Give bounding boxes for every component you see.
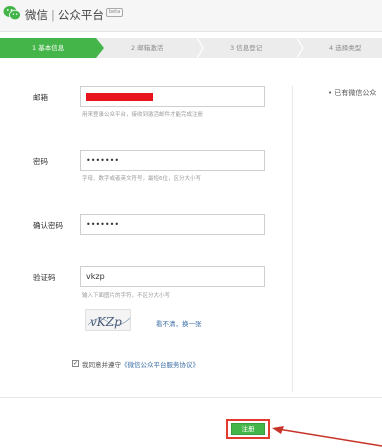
password-hint: 字母、数字或者英文符号，最短6位，区分大小写 — [82, 176, 202, 182]
captcha-image[interactable]: vKZp — [85, 309, 131, 331]
password-label: 密码 — [33, 157, 48, 166]
vertical-divider — [292, 86, 293, 392]
brand-title[interactable]: 微信 | 公众平台 beta — [25, 7, 124, 23]
brand-main: 微信 — [25, 8, 48, 22]
registration-steps: 1 基本信息 2 邮箱激活 3 信息登记 4 选择类型 — [0, 38, 382, 58]
agree-checkbox[interactable]: ✓ — [72, 360, 79, 367]
captcha-input[interactable] — [80, 266, 265, 287]
step-select-type: 4 选择类型 — [329, 44, 362, 52]
step-info-registration: 3 信息登记 — [230, 44, 263, 52]
horizontal-divider — [0, 397, 382, 398]
wechat-logo-icon — [3, 6, 21, 21]
password-field[interactable] — [80, 150, 265, 171]
email-hint: 用来登录公众平台，接收到激活邮件才能完成注册 — [82, 112, 204, 118]
step-basic-info: 1 基本信息 — [32, 44, 65, 52]
pointer-arrow-icon — [272, 426, 382, 447]
service-agreement-link[interactable]: 《微信公众平台服务协议》 — [121, 361, 199, 369]
refresh-captcha-link[interactable]: 看不清，换一张 — [156, 318, 202, 328]
email-label: 邮箱 — [33, 93, 48, 102]
submit-highlight: 注册 — [226, 419, 270, 439]
register-button[interactable]: 注册 — [231, 423, 265, 435]
bullet-icon: • — [328, 89, 333, 97]
brand-separator: | — [51, 8, 55, 22]
agree-text: 我同意并遵守《微信公众平台服务协议》 — [82, 359, 199, 369]
step-divider-icon — [296, 38, 304, 58]
captcha-label: 验证码 — [33, 273, 56, 282]
confirm-password-label: 确认密码 — [33, 221, 63, 230]
confirm-password-field[interactable] — [80, 214, 265, 235]
redaction-mark — [86, 93, 153, 101]
captcha-text: vKZp — [90, 315, 122, 329]
existing-account-text: 已有微信公众 — [334, 89, 377, 97]
existing-account-link[interactable]: • 已有微信公众 — [328, 88, 376, 98]
captcha-graphic: vKZp — [87, 315, 131, 329]
top-header: 微信 | 公众平台 beta — [0, 0, 382, 32]
step-divider-icon — [196, 38, 204, 58]
step-email-activation: 2 邮箱激活 — [131, 44, 164, 52]
agree-prefix: 我同意并遵守 — [82, 361, 121, 369]
beta-badge: beta — [105, 8, 124, 17]
captcha-hint: 输入下面图片的字符，不区分大小写 — [82, 293, 171, 299]
brand-sub: 公众平台 — [57, 8, 104, 22]
